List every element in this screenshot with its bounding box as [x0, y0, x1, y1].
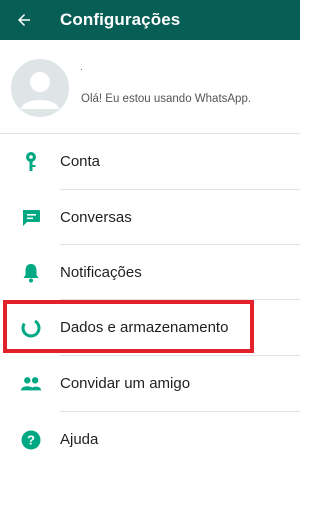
menu-item-label: Notificações: [60, 264, 142, 281]
app-bar: Configurações: [0, 0, 300, 40]
menu-item-label: Conversas: [60, 209, 132, 226]
menu-item-notificacoes[interactable]: Notificações: [0, 245, 300, 300]
profile-name: ·: [80, 64, 83, 74]
chat-icon: [20, 207, 42, 229]
menu-item-label: Conta: [60, 153, 101, 170]
menu-item-label: Dados e armazenamento: [60, 319, 229, 336]
menu-item-label: Convidar um amigo: [60, 375, 191, 392]
menu-item-conversas[interactable]: Conversas: [0, 190, 300, 245]
menu-item-convidar-amigo[interactable]: Convidar um amigo: [0, 356, 300, 411]
profile-status: Olá! Eu estou usando WhatsApp.: [81, 93, 252, 105]
page-title: Configurações: [60, 10, 181, 29]
menu-item-dados-armazenamento[interactable]: Dados e armazenamento: [0, 300, 300, 355]
data-usage-icon: [20, 317, 42, 339]
key-icon: [20, 151, 42, 173]
menu-item-ajuda[interactable]: ? Ajuda: [0, 412, 300, 467]
menu-item-conta[interactable]: Conta: [0, 134, 300, 189]
default-avatar-icon[interactable]: [11, 59, 69, 117]
profile-section[interactable]: [0, 40, 300, 133]
menu-item-label: Ajuda: [60, 431, 99, 448]
back-button[interactable]: [0, 0, 48, 40]
people-icon: [20, 373, 42, 395]
help-icon: ?: [20, 429, 42, 451]
bell-icon: [20, 262, 42, 284]
arrow-left-icon: [18, 14, 30, 26]
svg-text:?: ?: [27, 432, 35, 447]
